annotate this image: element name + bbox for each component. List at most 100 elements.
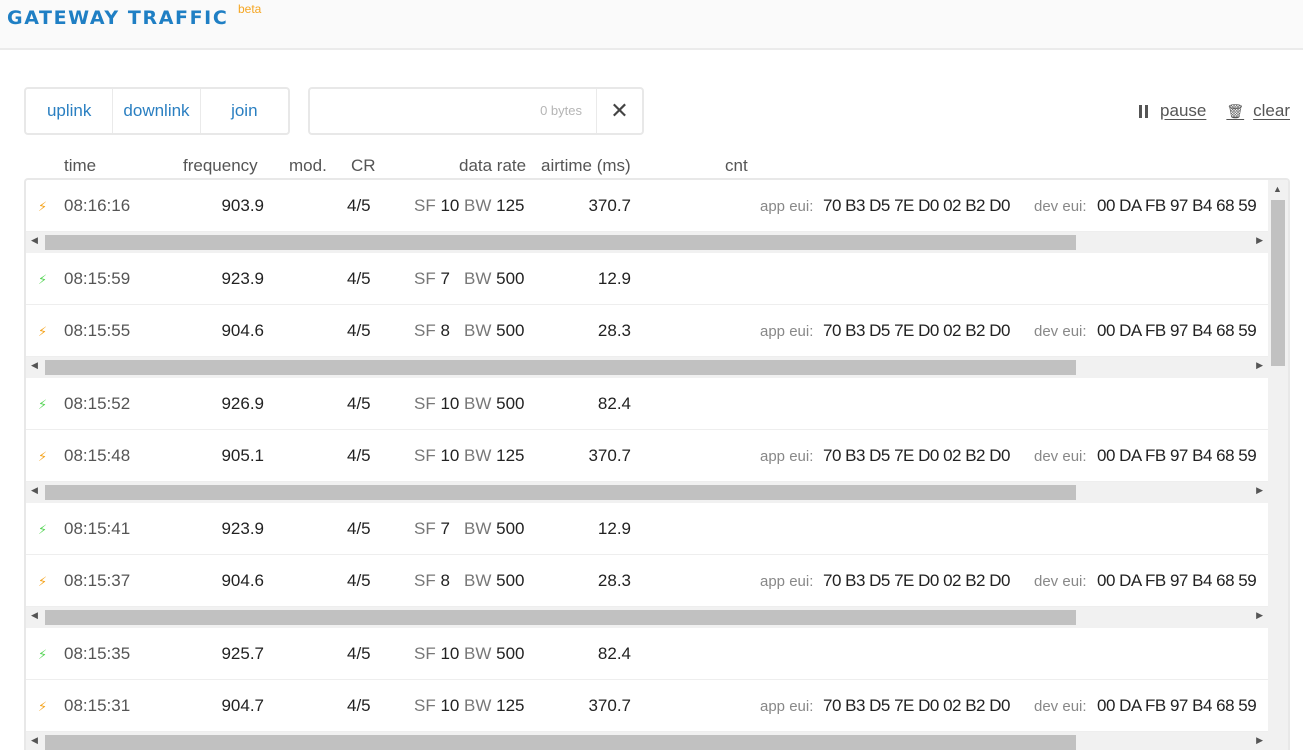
row-time: 08:15:55 bbox=[64, 321, 131, 340]
filter-join-button[interactable]: join bbox=[201, 89, 288, 133]
row-frequency: 904.6 bbox=[221, 321, 264, 340]
uplink-bolt-icon: ⚡ bbox=[38, 699, 48, 714]
page-title: GATEWAY TRAFFIC bbox=[7, 7, 229, 29]
traffic-row[interactable]: ⚡ 08:15:37 904.6 4/5 SF 8 BW 500 28.3 app eui: 7… bbox=[26, 555, 1268, 607]
clear-button[interactable]: 🗑 clear bbox=[1226, 101, 1290, 121]
dev-eui-value: 00 DA FB 97 B4 68 59 bbox=[1097, 696, 1257, 715]
scroll-right-arrow-icon[interactable]: ▶ bbox=[1256, 235, 1263, 246]
row-airtime: 370.7 bbox=[588, 696, 631, 715]
dev-eui-label: dev eui: bbox=[1034, 573, 1087, 590]
row-cr: 4/5 bbox=[347, 394, 371, 413]
col-mod: mod. bbox=[289, 156, 327, 175]
traffic-row[interactable]: ⚡ 08:15:48 905.1 4/5 SF 10 BW 125 370.7 app eui… bbox=[26, 430, 1268, 482]
row-cr: 4/5 bbox=[347, 269, 371, 288]
horizontal-scroll-thumb[interactable] bbox=[45, 360, 1076, 375]
sf-value: 8 bbox=[440, 571, 450, 590]
row-frequency: 903.9 bbox=[221, 196, 264, 215]
scroll-left-arrow-icon[interactable]: ◀ bbox=[31, 735, 38, 746]
row-airtime: 28.3 bbox=[597, 321, 631, 340]
row-time: 08:15:52 bbox=[64, 394, 131, 413]
row-frequency: 904.6 bbox=[221, 571, 264, 590]
row-frequency: 925.7 bbox=[221, 644, 264, 663]
sf-label: SF bbox=[414, 269, 436, 288]
traffic-row[interactable]: ⚡ 08:15:55 904.6 4/5 SF 8 BW 500 28.3 app eui: 7… bbox=[26, 305, 1268, 357]
payload-filter-box: 0 bytes ✕ bbox=[308, 87, 644, 135]
col-time: time bbox=[64, 156, 97, 175]
row-bw: BW 125 bbox=[464, 196, 525, 216]
row-sf: SF 8 bbox=[414, 571, 450, 591]
horizontal-scroll-thumb[interactable] bbox=[45, 235, 1076, 250]
row-cr: 4/5 bbox=[347, 644, 371, 663]
scroll-right-arrow-icon[interactable]: ▶ bbox=[1256, 610, 1263, 621]
col-frequency: frequency bbox=[183, 156, 258, 175]
col-cnt: cnt bbox=[725, 156, 748, 175]
beta-badge: beta bbox=[238, 2, 262, 16]
row-cr: 4/5 bbox=[347, 571, 371, 590]
row-horizontal-scrollbar[interactable]: ◀ ▶ bbox=[26, 732, 1268, 750]
row-bw: BW 125 bbox=[464, 446, 525, 466]
clear-filter-button[interactable]: ✕ bbox=[596, 89, 642, 133]
sf-label: SF bbox=[414, 696, 436, 715]
bw-label: BW bbox=[464, 446, 492, 465]
scroll-left-arrow-icon[interactable]: ◀ bbox=[31, 360, 38, 371]
bw-label: BW bbox=[464, 571, 492, 590]
vertical-scrollbar[interactable]: ▲ bbox=[1268, 180, 1288, 750]
traffic-list[interactable]: ⚡ 08:16:16 903.9 4/5 SF 10 BW 125 370.7 app eui… bbox=[24, 178, 1290, 750]
app-eui-value: 70 B3 D5 7E D0 02 B2 D0 bbox=[823, 446, 1010, 465]
filter-downlink-button[interactable]: downlink bbox=[113, 89, 201, 133]
row-sf: SF 7 bbox=[414, 269, 450, 289]
row-airtime: 370.7 bbox=[588, 196, 631, 215]
traffic-row[interactable]: ⚡ 08:15:59 923.9 4/5 SF 7 BW 500 12.9 bbox=[26, 253, 1268, 305]
sf-value: 10 bbox=[440, 644, 460, 663]
row-horizontal-scrollbar[interactable]: ◀ ▶ bbox=[26, 607, 1268, 628]
dev-eui-value: 00 DA FB 97 B4 68 59 bbox=[1097, 321, 1257, 340]
horizontal-scroll-thumb[interactable] bbox=[45, 735, 1076, 750]
dev-eui-label: dev eui: bbox=[1034, 198, 1087, 215]
horizontal-scroll-thumb[interactable] bbox=[45, 485, 1076, 500]
dev-eui-value: 00 DA FB 97 B4 68 59 bbox=[1097, 571, 1257, 590]
row-time: 08:15:41 bbox=[64, 519, 131, 538]
bw-label: BW bbox=[464, 269, 492, 288]
scroll-up-arrow-icon[interactable]: ▲ bbox=[1273, 184, 1282, 194]
traffic-row[interactable]: ⚡ 08:15:41 923.9 4/5 SF 7 BW 500 12.9 bbox=[26, 503, 1268, 555]
pause-button[interactable]: pause bbox=[1139, 101, 1206, 121]
scroll-right-arrow-icon[interactable]: ▶ bbox=[1256, 735, 1263, 746]
vertical-scroll-thumb[interactable] bbox=[1271, 200, 1285, 366]
scroll-left-arrow-icon[interactable]: ◀ bbox=[31, 485, 38, 496]
app-eui-label: app eui: bbox=[760, 198, 814, 215]
scroll-right-arrow-icon[interactable]: ▶ bbox=[1256, 360, 1263, 371]
row-cr: 4/5 bbox=[347, 519, 371, 538]
row-horizontal-scrollbar[interactable]: ◀ ▶ bbox=[26, 232, 1268, 253]
bw-label: BW bbox=[464, 321, 492, 340]
top-bar: GATEWAY TRAFFIC beta bbox=[0, 0, 1303, 50]
sf-label: SF bbox=[414, 644, 436, 663]
row-bw: BW 500 bbox=[464, 571, 525, 591]
bw-value: 500 bbox=[496, 394, 525, 413]
traffic-row[interactable]: ⚡ 08:15:35 925.7 4/5 SF 10 BW 500 82.4 bbox=[26, 628, 1268, 680]
traffic-row[interactable]: ⚡ 08:15:52 926.9 4/5 SF 10 BW 500 82.4 bbox=[26, 378, 1268, 430]
row-horizontal-scrollbar[interactable]: ◀ ▶ bbox=[26, 357, 1268, 378]
traffic-row[interactable]: ⚡ 08:15:31 904.7 4/5 SF 10 BW 125 370.7 app eui… bbox=[26, 680, 1268, 732]
row-time: 08:16:16 bbox=[64, 196, 131, 215]
app-eui-value: 70 B3 D5 7E D0 02 B2 D0 bbox=[823, 196, 1010, 215]
clear-label: clear bbox=[1253, 101, 1290, 120]
trash-icon: 🗑 bbox=[1226, 102, 1245, 119]
bw-label: BW bbox=[464, 644, 492, 663]
horizontal-scroll-thumb[interactable] bbox=[45, 610, 1076, 625]
close-icon: ✕ bbox=[610, 98, 629, 123]
filter-uplink-button[interactable]: uplink bbox=[26, 89, 114, 133]
pause-label: pause bbox=[1160, 101, 1207, 120]
bw-value: 500 bbox=[496, 321, 525, 340]
row-time: 08:15:35 bbox=[64, 644, 131, 663]
sf-label: SF bbox=[414, 519, 436, 538]
traffic-rows: ⚡ 08:16:16 903.9 4/5 SF 10 BW 125 370.7 app eui… bbox=[26, 180, 1268, 750]
traffic-row[interactable]: ⚡ 08:16:16 903.9 4/5 SF 10 BW 125 370.7 app eui… bbox=[26, 180, 1268, 232]
scroll-left-arrow-icon[interactable]: ◀ bbox=[31, 610, 38, 621]
row-sf: SF 10 bbox=[414, 696, 459, 716]
row-frequency: 905.1 bbox=[221, 446, 264, 465]
row-sf: SF 10 bbox=[414, 644, 459, 664]
row-horizontal-scrollbar[interactable]: ◀ ▶ bbox=[26, 482, 1268, 503]
scroll-right-arrow-icon[interactable]: ▶ bbox=[1256, 485, 1263, 496]
downlink-bolt-icon: ⚡ bbox=[38, 522, 48, 537]
scroll-left-arrow-icon[interactable]: ◀ bbox=[31, 235, 38, 246]
